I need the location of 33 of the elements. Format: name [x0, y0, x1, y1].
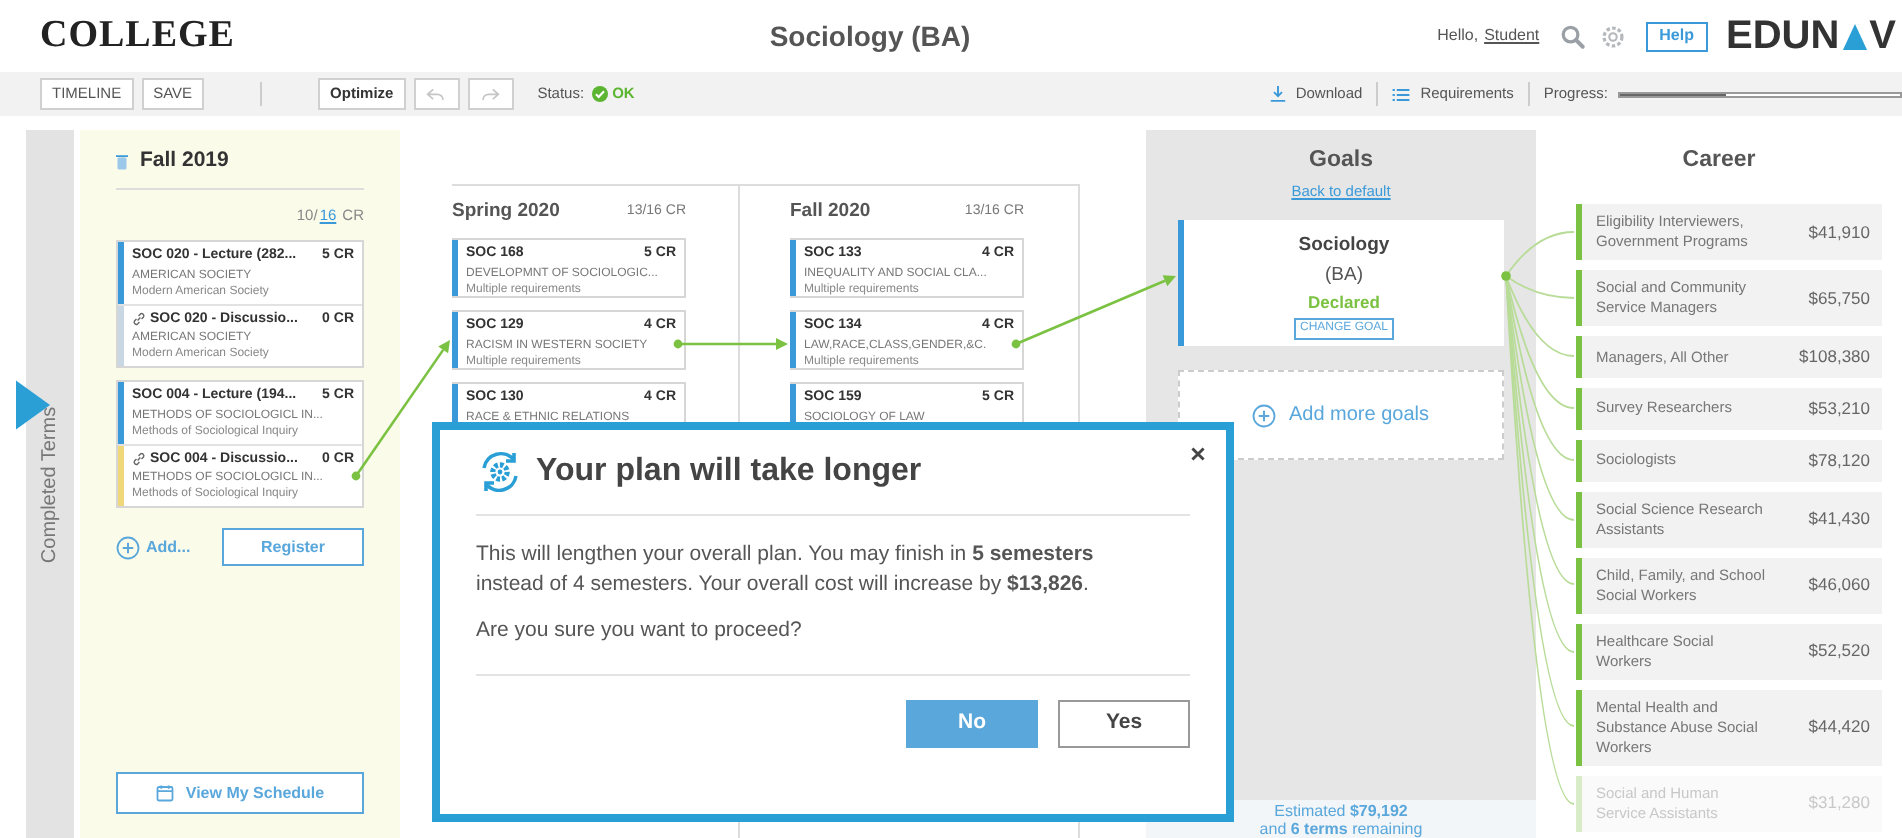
goal-degree: (BA) [1325, 261, 1363, 289]
yes-button[interactable]: Yes [1058, 699, 1190, 748]
salary-text: $44,420 [1808, 714, 1870, 740]
salary-text: $52,520 [1808, 638, 1870, 664]
dialog-message: This will lengthen your overall plan. You may finish in 5 semesters instead of 4 semesters. Your overall cost will increase by $13,826. [476, 540, 1096, 600]
program-title: Sociology (BA) [767, 17, 973, 56]
estimate-cost: Estimated $79,192 [1272, 802, 1410, 820]
completed-terms-bar[interactable]: Completed Terms [26, 130, 74, 838]
dialog-title: Your plan will take longer [536, 452, 922, 492]
dialog-question: Are you sure you want to proceed? [476, 616, 804, 646]
salary-text: $78,120 [1808, 447, 1870, 473]
salary-text: $46,060 [1808, 572, 1870, 598]
brand-logo-text: EDUN [1725, 14, 1840, 58]
completed-terms-label: Completed Terms [37, 405, 63, 563]
career-title: Career [1680, 146, 1758, 176]
term-title: Fall 2020 [790, 198, 871, 226]
goal-status: Declared [1308, 289, 1380, 315]
greeting-text: Hello, [1437, 24, 1479, 48]
add-goal-text: Add more goals [1288, 402, 1430, 431]
salary-text: $53,210 [1808, 396, 1870, 422]
goals-title: Goals [1307, 146, 1375, 176]
term-title: Fall 2019 [140, 146, 229, 176]
salary-text: $41,430 [1808, 506, 1870, 532]
salary-text: $65,750 [1808, 285, 1870, 312]
term-title: Spring 2020 [452, 198, 560, 226]
salary-text: $108,380 [1799, 344, 1870, 370]
user-link[interactable]: Student [1484, 24, 1540, 48]
brand-logo-text: V [1869, 14, 1896, 58]
estimate-terms: and 6 terms remaining [1257, 820, 1425, 838]
college-logo: COLLEGE [40, 11, 237, 60]
help-button[interactable]: Help [1645, 21, 1708, 51]
salary-text: $41,910 [1808, 219, 1870, 246]
goal-name: Sociology [1298, 232, 1390, 261]
